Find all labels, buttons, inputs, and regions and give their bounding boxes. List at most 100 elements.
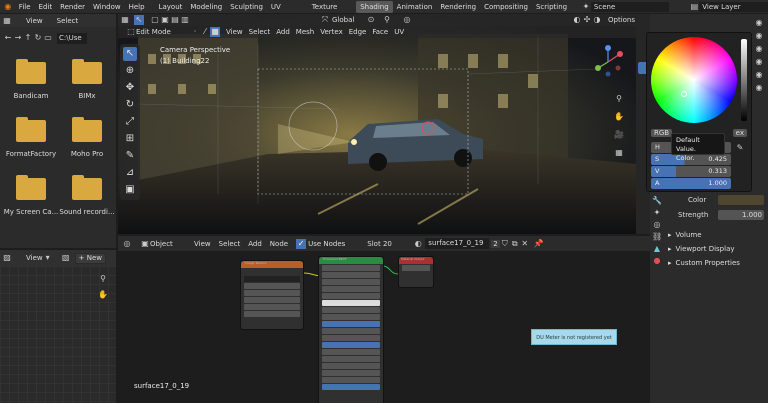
fake-user-icon[interactable]: ⛉ bbox=[500, 239, 510, 249]
zoom-icon[interactable]: ⚲ bbox=[98, 274, 108, 284]
strength-field[interactable]: 1.000 bbox=[718, 210, 764, 220]
add-cube-tool-icon[interactable]: ▣ bbox=[123, 183, 137, 197]
viewport-menu-face[interactable]: Face bbox=[372, 28, 388, 36]
rotate-tool-icon[interactable]: ↻ bbox=[123, 98, 137, 112]
gizmo-icon[interactable]: ✣ bbox=[582, 15, 592, 25]
eye-icon[interactable]: ◉ bbox=[754, 57, 764, 67]
particles-tab-icon[interactable]: ✦ bbox=[652, 208, 662, 218]
node-menu-node[interactable]: Node bbox=[270, 240, 288, 248]
eye-icon[interactable]: ◉ bbox=[754, 70, 764, 80]
workspace-tab-uv-editing[interactable]: UV Editing bbox=[267, 1, 308, 23]
viewport-menu-view[interactable]: View bbox=[226, 28, 243, 36]
refresh-icon[interactable]: ↻ bbox=[33, 33, 43, 43]
select-extend-icon[interactable]: ▣ bbox=[160, 15, 170, 25]
blender-logo-icon[interactable]: ◉ bbox=[3, 2, 13, 12]
material-name-field[interactable]: surface17_0_19 bbox=[425, 238, 490, 249]
image-editor-canvas[interactable]: ⚲ ✋ bbox=[0, 266, 116, 403]
shader-type-select[interactable]: Object bbox=[150, 240, 186, 248]
viewport-3d[interactable]: ▦ ↖ ▢ ▣ ▤ ▥ ⤧ Global ⊙ ⚲ ◎ ◐ ✣ ◑ Options… bbox=[118, 14, 636, 234]
workspace-tab-rendering[interactable]: Rendering bbox=[436, 1, 480, 13]
volume-panel[interactable]: ▸ Volume bbox=[668, 228, 766, 242]
edge-select-icon[interactable]: ⁄ bbox=[200, 27, 210, 37]
material-output-node[interactable]: Material Output bbox=[398, 256, 434, 288]
principled-bsdf-node[interactable]: Principled BSDF bbox=[318, 256, 384, 403]
editor-type-icon[interactable]: ▦ bbox=[120, 15, 130, 25]
folder-item[interactable]: BIMx bbox=[59, 56, 115, 100]
select-tool-icon[interactable]: ↖ bbox=[123, 47, 137, 61]
pan-hand-icon[interactable]: ✋ bbox=[98, 290, 108, 300]
snap-icon[interactable]: ⚲ bbox=[382, 15, 392, 25]
eye-icon[interactable]: ◉ bbox=[754, 83, 764, 93]
overlay-icon[interactable]: ◑ bbox=[592, 15, 602, 25]
data-tab-icon[interactable]: ▲ bbox=[652, 244, 662, 254]
use-nodes-checkbox-icon[interactable]: ✓ bbox=[296, 238, 307, 249]
custom-properties-panel[interactable]: ▸ Custom Properties bbox=[668, 256, 766, 270]
workspace-tab-modeling[interactable]: Modeling bbox=[186, 1, 226, 13]
fb-menu-select[interactable]: Select bbox=[57, 17, 79, 25]
image-texture-node[interactable]: Image Texture bbox=[240, 260, 304, 330]
node-menu-add[interactable]: Add bbox=[248, 240, 262, 248]
select-intersect-icon[interactable]: ▥ bbox=[180, 15, 190, 25]
forward-arrow-icon[interactable]: → bbox=[13, 33, 23, 43]
workspace-tab-scripting[interactable]: Scripting bbox=[532, 1, 571, 13]
scene-name[interactable]: Scene bbox=[590, 1, 670, 12]
rgb-mode-tab[interactable]: RGB bbox=[651, 129, 673, 137]
navigation-gizmo[interactable] bbox=[590, 44, 626, 80]
image-view-menu[interactable]: View bbox=[26, 254, 43, 262]
viewport-menu-mesh[interactable]: Mesh bbox=[296, 28, 314, 36]
image-browse-icon[interactable]: ▧ bbox=[61, 253, 71, 263]
options-dropdown[interactable]: Options bbox=[608, 16, 635, 24]
pin-icon[interactable]: 📌 bbox=[534, 239, 544, 249]
modifier-tab-icon[interactable]: 🔧 bbox=[652, 196, 662, 206]
parent-dir-icon[interactable]: ↑ bbox=[23, 33, 33, 43]
pivot-icon[interactable]: ⊙ bbox=[366, 15, 376, 25]
cursor-3d-icon[interactable]: ⊕ bbox=[123, 64, 137, 78]
eye-icon[interactable]: ◉ bbox=[754, 18, 764, 28]
image-view-dropdown-icon[interactable]: ▾ bbox=[43, 253, 53, 263]
constraints-tab-icon[interactable]: ⛓ bbox=[652, 232, 662, 242]
folder-item[interactable]: Sound recordi... bbox=[59, 172, 115, 216]
workspace-tab-texture-paint[interactable]: Texture Paint bbox=[308, 1, 357, 23]
wheel-cursor[interactable] bbox=[681, 91, 687, 97]
select-box-icon[interactable]: ▢ bbox=[150, 15, 160, 25]
workspace-tab-layout[interactable]: Layout bbox=[155, 1, 187, 13]
new-folder-icon[interactable]: ▭ bbox=[43, 33, 53, 43]
menu-help[interactable]: Help bbox=[129, 3, 145, 11]
material-users-count[interactable]: 2 bbox=[491, 239, 500, 248]
move-tool-icon[interactable]: ✥ bbox=[123, 81, 137, 95]
camera-view-icon[interactable]: 🎥 bbox=[614, 130, 624, 140]
fb-menu-view[interactable]: View bbox=[26, 17, 43, 25]
path-field[interactable]: C:\Use bbox=[57, 32, 87, 44]
material-tab-icon[interactable]: ● bbox=[652, 256, 662, 266]
face-select-icon[interactable]: ■ bbox=[210, 27, 220, 37]
viewport-menu-uv[interactable]: UV bbox=[394, 28, 404, 36]
new-image-button[interactable]: + New bbox=[74, 252, 106, 264]
transform-tool-icon[interactable]: ⊞ bbox=[123, 132, 137, 146]
viewport-menu-edge[interactable]: Edge bbox=[349, 28, 367, 36]
editor-type-icon[interactable]: ▦ bbox=[2, 16, 12, 26]
node-menu-select[interactable]: Select bbox=[219, 240, 241, 248]
value-field[interactable]: V 0.313 bbox=[651, 166, 731, 177]
select-subtract-icon[interactable]: ▤ bbox=[170, 15, 180, 25]
menu-edit[interactable]: Edit bbox=[39, 3, 53, 11]
node-editor[interactable]: ◎ ▣ Object View Select Add Node ✓ Use No… bbox=[118, 236, 650, 403]
node-editor-type-icon[interactable]: ◎ bbox=[122, 239, 132, 249]
value-slider[interactable] bbox=[741, 39, 747, 121]
mode-select[interactable]: Edit Mode bbox=[136, 28, 182, 36]
back-arrow-icon[interactable]: ← bbox=[3, 33, 13, 43]
folder-item[interactable]: Bandicam bbox=[3, 56, 59, 100]
zoom-icon[interactable]: ⚲ bbox=[614, 94, 624, 104]
workspace-tab-sculpting[interactable]: Sculpting bbox=[226, 1, 267, 13]
viewport-menu-vertex[interactable]: Vertex bbox=[320, 28, 343, 36]
folder-item[interactable]: Moho Pro bbox=[59, 114, 115, 158]
menu-window[interactable]: Window bbox=[93, 3, 121, 11]
measure-tool-icon[interactable]: ⊿ bbox=[123, 166, 137, 180]
duplicate-material-icon[interactable]: ⧉ bbox=[510, 239, 520, 249]
eyedropper-icon[interactable]: ✎ bbox=[735, 143, 745, 153]
folder-item[interactable]: My Screen Ca... bbox=[3, 172, 59, 216]
scale-tool-icon[interactable]: ⤢ bbox=[123, 115, 137, 129]
vertex-select-icon[interactable]: · bbox=[190, 27, 200, 37]
viewport-menu-add[interactable]: Add bbox=[276, 28, 290, 36]
transform-orientation-select[interactable]: Global bbox=[332, 16, 366, 24]
proportional-edit-icon[interactable]: ◎ bbox=[402, 15, 412, 25]
